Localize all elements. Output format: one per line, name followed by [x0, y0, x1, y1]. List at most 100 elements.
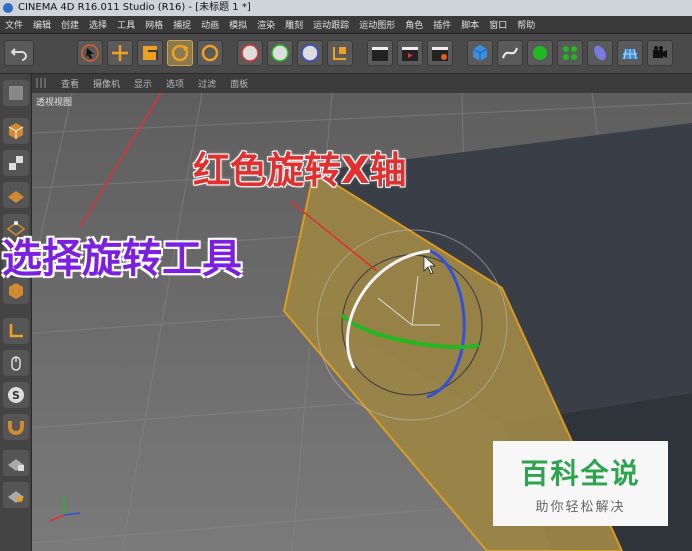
menu-bar: 文件 编辑 创建 选择 工具 网格 捕捉 动画 模拟 渲染 雕刻 运动跟踪 运动…: [0, 16, 692, 34]
menu-snap[interactable]: 捕捉: [168, 18, 196, 31]
clapperboard-play-icon: [402, 47, 418, 61]
array-button[interactable]: [557, 40, 583, 66]
snap-s-icon: S: [8, 387, 24, 403]
floor-grid-icon: [622, 48, 638, 60]
axis-x-icon: [241, 44, 259, 62]
snap-toggle-button[interactable]: S: [3, 382, 29, 408]
axis-z-icon: [301, 44, 319, 62]
polygons-cube-icon: [9, 283, 23, 299]
menu-plugins[interactable]: 插件: [428, 18, 456, 31]
rotate-recent-icon: [201, 44, 219, 62]
axis-y-button[interactable]: [267, 40, 293, 66]
axis-y-icon: [271, 44, 289, 62]
viewport-menu-view[interactable]: 查看: [54, 77, 86, 90]
viewport-menu-camera[interactable]: 摄像机: [86, 77, 127, 90]
cube-primitive-button[interactable]: [467, 40, 493, 66]
viewport-menu-panel[interactable]: 面板: [223, 77, 255, 90]
menu-edit[interactable]: 编辑: [28, 18, 56, 31]
menu-create[interactable]: 创建: [56, 18, 84, 31]
grip-icon: [36, 78, 46, 88]
viewport-label: 透视视图: [36, 98, 73, 108]
coordinate-system-button[interactable]: [327, 40, 353, 66]
magnet-icon: [8, 421, 24, 435]
soft-selection-icon: [8, 491, 24, 503]
move-tool-button[interactable]: [107, 40, 133, 66]
soft-selection-button[interactable]: [3, 482, 29, 508]
menu-help[interactable]: 帮助: [512, 18, 540, 31]
camera-button[interactable]: [647, 40, 673, 66]
deformer-icon: [594, 45, 606, 61]
deformer-button[interactable]: [587, 40, 613, 66]
axis-mode-button[interactable]: [3, 318, 29, 344]
undo-icon: [10, 48, 27, 61]
menu-select[interactable]: 选择: [84, 18, 112, 31]
axis-z-button[interactable]: [297, 40, 323, 66]
cube-icon: [472, 45, 488, 61]
title-bar: CINEMA 4D R16.011 Studio (R16) - [未标题 1 …: [0, 0, 692, 16]
axis-x-button[interactable]: [237, 40, 263, 66]
undo-button[interactable]: [4, 40, 34, 66]
viewport-menu-filter[interactable]: 过滤: [191, 77, 223, 90]
menu-simulate[interactable]: 模拟: [224, 18, 252, 31]
lock-grid-icon: [8, 459, 24, 471]
model-mode-button[interactable]: [3, 118, 29, 144]
nurbs-icon: [533, 46, 547, 60]
menu-tools[interactable]: 工具: [112, 18, 140, 31]
model-cube-icon: [8, 123, 24, 139]
nurbs-button[interactable]: [527, 40, 553, 66]
camera-icon: [653, 46, 667, 58]
workplane-mode-button[interactable]: [3, 182, 29, 208]
render-settings-button[interactable]: [427, 40, 453, 66]
rotate-tool-button[interactable]: [167, 40, 193, 66]
cursor-arrow-icon: [81, 44, 99, 62]
menu-render[interactable]: 渲染: [252, 18, 280, 31]
menu-animate[interactable]: 动画: [196, 18, 224, 31]
menu-mesh[interactable]: 网格: [140, 18, 168, 31]
render-view-button[interactable]: [367, 40, 393, 66]
viewport-menu-options[interactable]: 选项: [159, 77, 191, 90]
menu-mograph[interactable]: 运动图形: [354, 18, 400, 31]
axis-corner-icon: [9, 324, 23, 338]
clapperboard-gear-icon: [432, 47, 448, 61]
make-editable-icon: [9, 86, 23, 100]
annotation-select-rotate-tool: 选择旋转工具: [2, 236, 242, 282]
spline-button[interactable]: [497, 40, 523, 66]
texture-mode-button[interactable]: [3, 150, 29, 176]
make-editable-button[interactable]: [3, 80, 29, 106]
recent-tool-button[interactable]: [197, 40, 223, 66]
menu-script[interactable]: 脚本: [456, 18, 484, 31]
menu-sculpt[interactable]: 雕刻: [280, 18, 308, 31]
left-toolbar: S: [0, 74, 32, 551]
annotation-red-axis: 红色旋转X轴: [193, 149, 407, 192]
live-selection-button[interactable]: [77, 40, 103, 66]
watermark-badge: 百科全说 助你轻松解决: [493, 441, 668, 526]
scale-tool-button[interactable]: [137, 40, 163, 66]
clapperboard-icon: [372, 47, 388, 61]
watermark-title: 百科全说: [520, 457, 641, 490]
floor-button[interactable]: [617, 40, 643, 66]
menu-character[interactable]: 角色: [400, 18, 428, 31]
workplane-lock-button[interactable]: [3, 450, 29, 476]
move-arrows-icon: [112, 45, 128, 61]
window-title: CINEMA 4D R16.011 Studio (R16) - [未标题 1 …: [18, 2, 251, 13]
menu-window[interactable]: 窗口: [484, 18, 512, 31]
array-icon: [563, 46, 577, 60]
cinema4d-app-icon: [3, 3, 13, 13]
svg-text:S: S: [12, 389, 20, 402]
viewport-menu-display[interactable]: 显示: [127, 77, 159, 90]
menu-motion-tracking[interactable]: 运动跟踪: [308, 18, 354, 31]
spline-pen-icon: [502, 47, 518, 59]
scale-box-icon: [143, 46, 158, 60]
menu-file[interactable]: 文件: [0, 18, 28, 31]
main-toolbar: [0, 34, 692, 74]
world-axis-icon: [333, 47, 346, 60]
render-picture-viewer-button[interactable]: [397, 40, 423, 66]
rotate-icon: [171, 44, 189, 62]
watermark-subtitle: 助你轻松解决: [535, 500, 626, 515]
viewport-menu-bar: 查看 摄像机 显示 选项 过滤 面板: [32, 74, 692, 93]
magnet-button[interactable]: [3, 414, 29, 440]
mouse-icon: [11, 356, 21, 371]
tweak-mode-button[interactable]: [3, 350, 29, 376]
texture-checker-icon: [9, 156, 23, 170]
workplane-grid-icon: [8, 191, 24, 203]
